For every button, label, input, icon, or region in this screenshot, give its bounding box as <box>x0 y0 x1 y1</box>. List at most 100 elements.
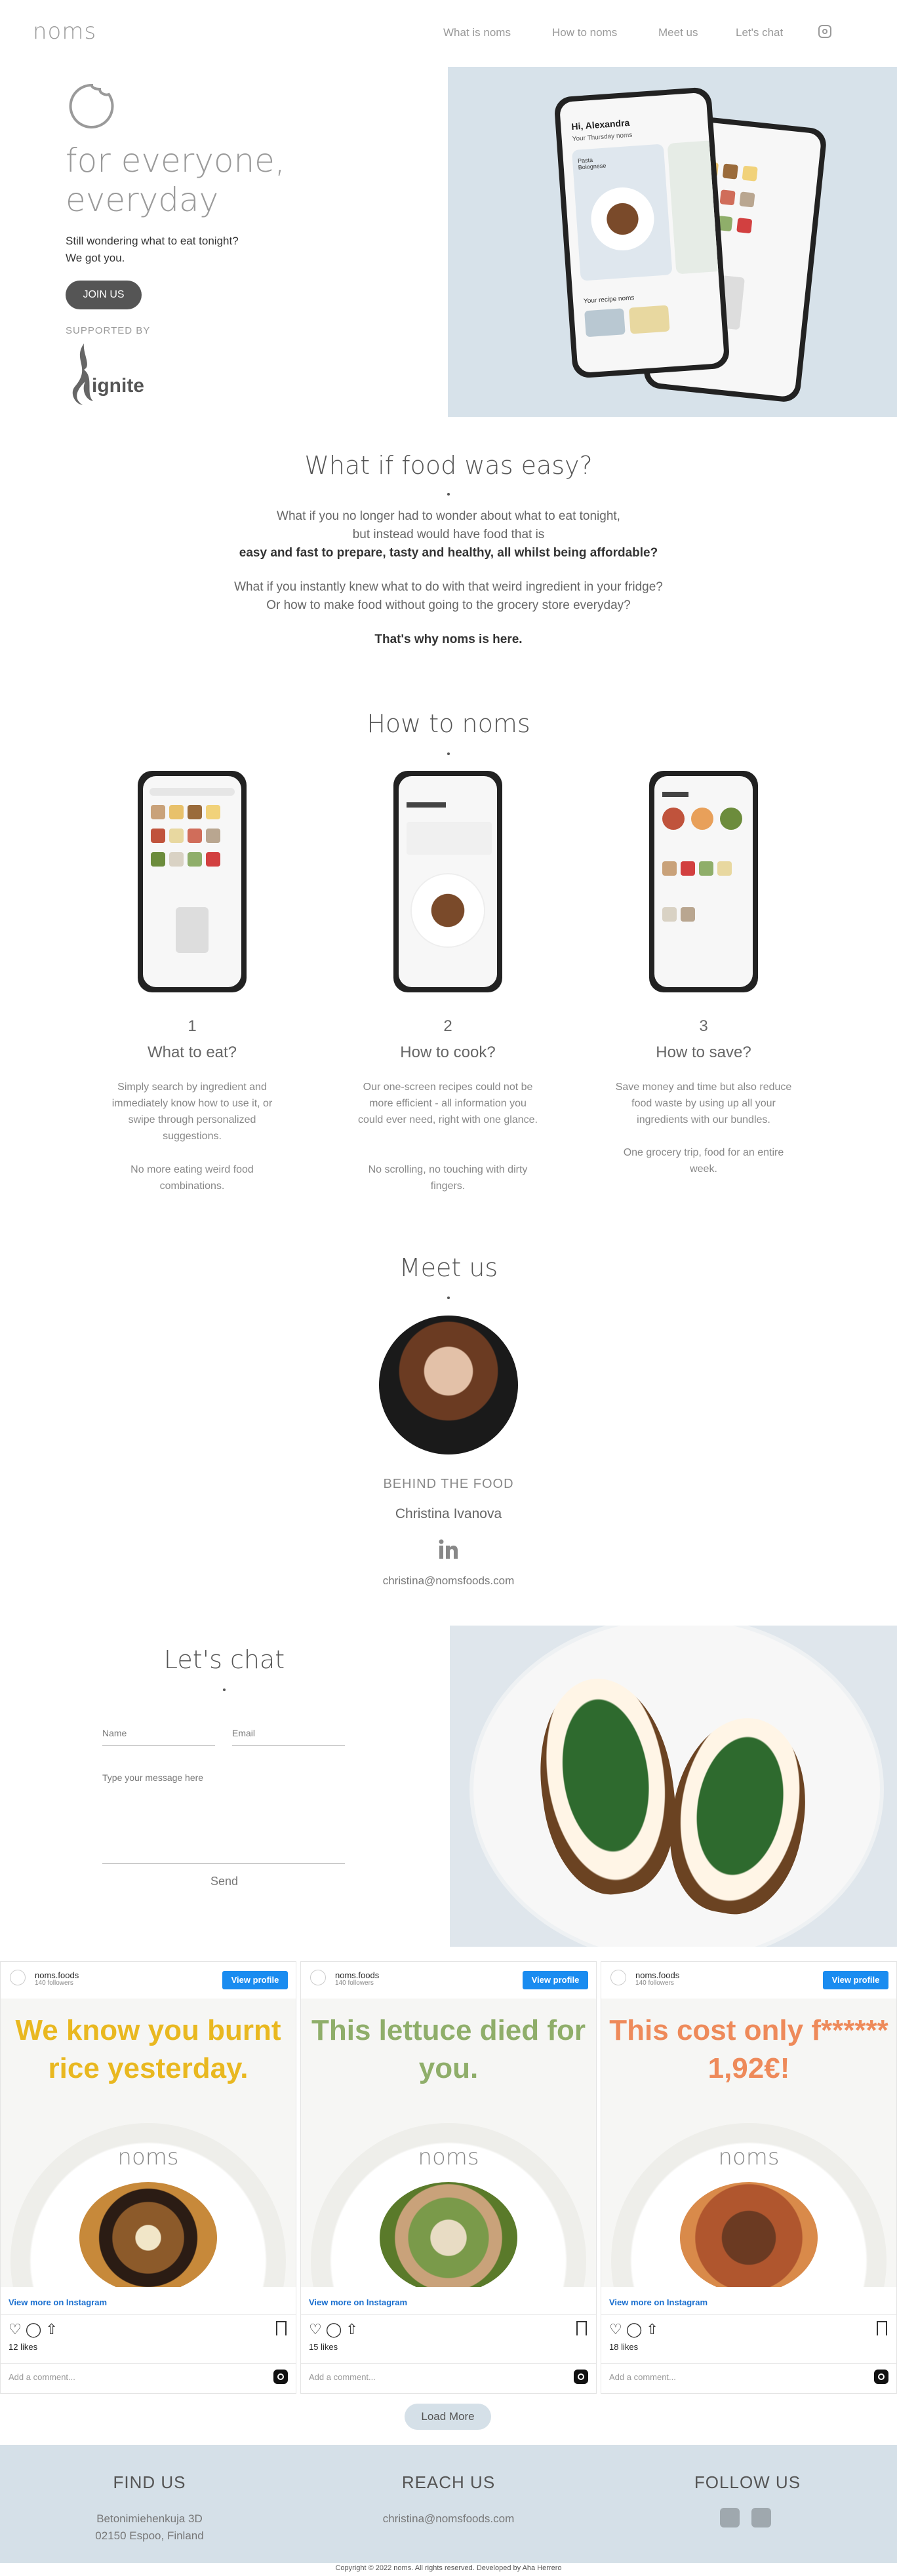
post-image[interactable]: This cost only f****** 1,92€! noms <box>601 1999 896 2287</box>
comment-icon[interactable]: ◯ <box>326 2321 346 2337</box>
step-title: How to save? <box>656 1044 751 1061</box>
easy-section-title: What if food was easy? <box>304 451 593 480</box>
search-bar <box>150 788 235 796</box>
ignite-logo: ignite <box>66 341 144 406</box>
hero-title-line: everyday <box>66 181 219 219</box>
team-role: BEHIND THE FOOD <box>383 1477 514 1491</box>
plate <box>473 1626 880 1947</box>
phone-mockup: Hi, Alexandra Your Thursday noms Pasta B… <box>553 87 730 379</box>
share-icon[interactable]: ⇧ <box>346 2321 361 2337</box>
post-image[interactable]: We know you burnt rice yesterday. noms <box>1 1999 296 2287</box>
likes-count: 12 likes <box>9 2342 38 2352</box>
step-description: Our one-screen recipes could not be more… <box>358 1082 538 1125</box>
nav-what-is-noms[interactable]: What is noms <box>443 26 511 39</box>
comment-icon[interactable]: ◯ <box>626 2321 647 2337</box>
nav-lets-chat[interactable]: Let's chat <box>736 26 783 39</box>
view-more-link[interactable]: View more on Instagram <box>609 2297 708 2307</box>
spaghetti-bolognese <box>680 2182 818 2287</box>
noms-logo[interactable]: noms <box>33 18 96 45</box>
account-name[interactable]: noms.foods <box>35 1970 79 1980</box>
address: Betonimiehenkuja 3D 02150 Espoo, Finland <box>0 2510 299 2545</box>
instagram-icon[interactable] <box>818 25 831 38</box>
followers-count: 140 followers <box>335 1980 374 1987</box>
bundle-dish <box>662 808 685 830</box>
phone-screen-recipe <box>399 776 497 987</box>
find-us-heading: FIND US <box>113 2472 186 2492</box>
recipe-thumbnail <box>584 308 626 338</box>
email-field-placeholder: Email <box>232 1728 256 1738</box>
post-image[interactable]: This lettuce died for you. noms <box>301 1999 596 2287</box>
email-field[interactable]: Email <box>232 1728 345 1746</box>
easy-line-bold: easy and fast to prepare, tasty and heal… <box>239 546 658 560</box>
section-divider-dot <box>223 1688 226 1691</box>
comment-input[interactable]: Add a comment... <box>309 2372 376 2382</box>
food-tile <box>699 861 713 876</box>
like-icon[interactable]: ♡ <box>609 2321 626 2337</box>
divider <box>601 2314 896 2315</box>
load-more-button[interactable]: Load More <box>405 2404 491 2430</box>
name-field[interactable]: Name <box>102 1728 215 1746</box>
join-us-button[interactable]: JOIN US <box>66 281 142 309</box>
like-icon[interactable]: ♡ <box>9 2321 26 2337</box>
recipe-card: Pasta Bolognese <box>571 144 673 281</box>
post-actions: ♡◯⇧ <box>609 2321 662 2338</box>
recipe-card-title: Pasta Bolognese <box>577 156 607 171</box>
how-section-title: How to noms <box>367 709 530 738</box>
share-icon[interactable]: ⇧ <box>45 2321 61 2337</box>
bookmark-icon[interactable] <box>276 2321 287 2335</box>
post-header: noms.foods 140 followers View profile <box>301 1962 596 1989</box>
team-email-link[interactable]: christina@nomsfoods.com <box>0 1572 897 1590</box>
divider <box>301 2363 596 2364</box>
instagram-icon[interactable] <box>751 2508 771 2527</box>
hero-subtitle-line: We got you. <box>66 252 125 264</box>
send-button[interactable]: Send <box>0 1875 448 1888</box>
account-avatar[interactable] <box>10 1970 26 1985</box>
view-profile-button[interactable]: View profile <box>523 1971 588 1989</box>
view-more-link[interactable]: View more on Instagram <box>309 2297 407 2307</box>
share-icon[interactable]: ⇧ <box>646 2321 662 2337</box>
comment-icon[interactable]: ◯ <box>26 2321 46 2337</box>
plate-logo: noms <box>418 2144 479 2170</box>
step-description: Simply search by ingredient and immediat… <box>111 1082 273 1142</box>
instagram-icon[interactable] <box>273 2370 288 2384</box>
food-tile <box>188 852 202 867</box>
account-avatar[interactable] <box>310 1970 326 1985</box>
caesar-salad <box>380 2182 517 2287</box>
phone-subtitle: Your Thursday noms <box>572 131 633 144</box>
comment-input[interactable]: Add a comment... <box>9 2372 75 2382</box>
linkedin-icon[interactable] <box>720 2508 740 2527</box>
bookmark-icon[interactable] <box>576 2321 587 2335</box>
step-tagline: No more eating weird food combinations. <box>130 1164 254 1192</box>
message-textarea[interactable]: Type your message here <box>102 1772 345 1864</box>
hero-subtitle-line: Still wondering what to eat tonight? <box>66 235 239 247</box>
phone-greeting: Hi, Alexandra <box>570 117 630 132</box>
nav-meet-us[interactable]: Meet us <box>658 26 698 39</box>
account-name[interactable]: noms.foods <box>635 1970 679 1980</box>
view-profile-button[interactable]: View profile <box>222 1971 288 1989</box>
post-actions: ♡◯⇧ <box>309 2321 362 2338</box>
food-tile <box>717 861 732 876</box>
instagram-icon[interactable] <box>574 2370 588 2384</box>
sponsor-name: ignite <box>92 375 144 397</box>
step-tagline: No scrolling, no touching with dirty fin… <box>368 1164 528 1192</box>
account-name[interactable]: noms.foods <box>335 1970 379 1980</box>
food-tile <box>188 829 202 843</box>
pasta-dish-image <box>589 185 656 253</box>
linkedin-icon[interactable] <box>438 1539 459 1560</box>
view-profile-button[interactable]: View profile <box>823 1971 888 1989</box>
account-avatar[interactable] <box>610 1970 626 1985</box>
bookmark-icon[interactable] <box>877 2321 887 2335</box>
like-icon[interactable]: ♡ <box>309 2321 326 2337</box>
instagram-post: noms.foods 140 followers View profile Th… <box>601 1961 897 2394</box>
phone-recipes-heading: Your recipe noms <box>583 294 635 305</box>
comment-input[interactable]: Add a comment... <box>609 2372 676 2382</box>
phone-mockup <box>138 771 247 992</box>
food-tile <box>188 805 202 819</box>
nav-how-to-noms[interactable]: How to noms <box>552 26 617 39</box>
followers-count: 140 followers <box>635 1980 674 1987</box>
address-line: 02150 Espoo, Finland <box>95 2529 204 2542</box>
instagram-icon[interactable] <box>874 2370 888 2384</box>
view-more-link[interactable]: View more on Instagram <box>9 2297 107 2307</box>
divider <box>1 2363 296 2364</box>
footer-email-link[interactable]: christina@nomsfoods.com <box>299 2510 598 2527</box>
